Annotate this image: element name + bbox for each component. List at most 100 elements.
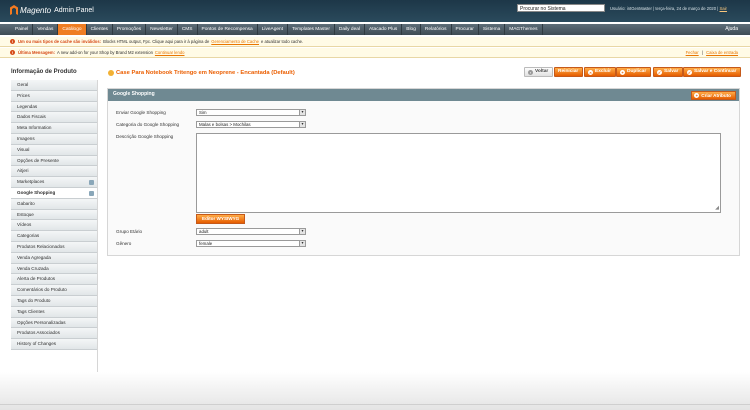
nav-item[interactable]: CMS [178, 24, 198, 35]
logo-word: Magento [20, 5, 52, 15]
help-link[interactable]: Ajuda [725, 24, 738, 35]
descricao-textarea[interactable]: ◢ [196, 133, 721, 213]
sidebar-tab[interactable]: Visual [11, 144, 97, 156]
sidebar-tab[interactable]: Gabarito [11, 198, 97, 210]
nav-item[interactable]: Relatórios [421, 24, 452, 35]
sidebar-tab[interactable]: Tags do Produto [11, 295, 97, 307]
save-continue-icon: ✓ [687, 69, 692, 75]
sidebar-tab[interactable]: Comentários do Produto [11, 285, 97, 296]
reset-button[interactable]: Reiniciar [554, 67, 584, 77]
nav-item[interactable]: MAGThemes [505, 24, 543, 35]
global-search-input[interactable]: Procurar no Sistema [517, 4, 605, 12]
sidebar-tab[interactable]: Venda Agregada [11, 252, 97, 264]
categoria-label: Categoria do Google Shopping [116, 122, 180, 127]
sidebar-tab[interactable]: Produtos Associados [11, 328, 97, 340]
create-attribute-button[interactable]: + Criar Atributo [691, 90, 736, 100]
nav-item[interactable]: Vendas [33, 24, 59, 35]
latest-message-notice: ! Última Mensagem: A new add-on for your… [0, 48, 750, 58]
nav-item[interactable]: Pontos de Recompensa [198, 24, 258, 35]
add-icon: + [694, 92, 700, 98]
enviar-label: Enviar Google Shopping [116, 110, 166, 115]
tab-status-icon [89, 190, 94, 196]
sidebar-tab[interactable]: Aitjeri [11, 166, 97, 178]
descricao-label: Descrição Google Shopping [116, 134, 174, 139]
save-icon: ✓ [657, 69, 662, 75]
sidebar-tab[interactable]: Legendas [11, 101, 97, 113]
back-arrow-icon: ‹ [528, 69, 533, 75]
sidebar-tab[interactable]: Tags Clientes [11, 306, 97, 318]
fieldset-header: Google Shopping + Criar Atributo [108, 89, 739, 101]
sidebar-tab[interactable]: Categorias [11, 231, 97, 242]
tab-status-icon [89, 180, 94, 186]
product-tabs: Geral Prices Legendas Dados Fiscais Meta Inf… [11, 80, 97, 350]
sidebar-title: Informação de Produto [11, 69, 77, 75]
sidebar-tab[interactable]: Alerta de Produtos [11, 274, 97, 286]
save-continue-button[interactable]: ✓ Salvar e Continuar [683, 67, 742, 77]
sidebar-tab[interactable]: Google Shopping [11, 187, 97, 199]
genero-label: Gênero [116, 241, 132, 246]
sidebar-tab[interactable]: Venda Cruzada [11, 263, 97, 275]
delete-icon: × [588, 69, 593, 75]
sidebar-divider [97, 80, 98, 372]
nav-item[interactable]: Painel [11, 24, 34, 35]
nav-item[interactable]: Catálogo [58, 24, 87, 35]
sidebar-tab[interactable]: Prices [11, 90, 97, 102]
cache-notice: ! Um ou mais tipos de cache são inválido… [0, 37, 750, 47]
nav-item[interactable]: Blog [402, 24, 421, 35]
sidebar-tab[interactable]: History of Changes [11, 339, 97, 350]
genero-select[interactable]: female ▾ [196, 240, 306, 247]
nav-item[interactable]: Newsletter [146, 24, 178, 35]
sidebar-tab[interactable]: Marketplaces [11, 177, 97, 188]
resize-handle-icon[interactable]: ◢ [715, 206, 719, 211]
nav-item[interactable]: Templates Master [288, 24, 335, 35]
sidebar-tab[interactable]: Vídeos [11, 220, 97, 232]
logo-subtitle: Admin Panel [54, 6, 94, 14]
continue-reading-link[interactable]: Continuar lendo [155, 50, 185, 55]
magento-logo-icon [10, 5, 18, 15]
grupo-etario-select[interactable]: adult ▾ [196, 228, 306, 235]
product-icon [108, 70, 114, 76]
nav-item[interactable]: Atacado Plus [365, 24, 403, 35]
user-info: Usuário: intGenMaster | terça-feira, 24 … [610, 6, 727, 11]
alert-icon: ! [10, 39, 15, 44]
save-button[interactable]: ✓ Salvar [653, 67, 684, 77]
nav-item[interactable]: Daily deal [335, 24, 365, 35]
nav-item[interactable]: Promoções [113, 24, 147, 35]
chevron-down-icon: ▾ [299, 229, 305, 234]
current-date: | terça-feira, 24 de março de 2020 | [651, 6, 720, 11]
logout-link[interactable]: Sair [720, 6, 727, 11]
categoria-select[interactable]: Malas e bolsas > Mochilas ▾ [196, 121, 306, 128]
sidebar-tab[interactable]: Meta Information [11, 123, 97, 134]
alert-icon: ! [10, 50, 15, 55]
nav-item[interactable]: LiveAgent [258, 24, 289, 35]
notice-actions: Fechar | Caixa de entrada [685, 50, 738, 55]
logo[interactable]: Magento Admin Panel [10, 5, 94, 15]
sidebar-tab[interactable]: Produtos Relacionados [11, 241, 97, 253]
sidebar-tab[interactable]: Estoque [11, 209, 97, 221]
close-notice-link[interactable]: Fechar [686, 50, 699, 55]
user-name: intGenMaster [626, 6, 652, 11]
fieldset-title: Google Shopping [113, 91, 155, 97]
admin-header: Magento Admin Panel Procurar no Sistema … [0, 0, 750, 22]
page-title: Case Para Notebook Tritengo em Neoprene … [116, 70, 295, 76]
inbox-link[interactable]: Caixa de entrada [706, 50, 738, 55]
chevron-down-icon: ▾ [299, 110, 305, 115]
main-nav: Painel Vendas Catálogo Clientes Promoções New… [0, 24, 750, 35]
nav-item[interactable]: Procurar [452, 24, 479, 35]
duplicate-icon: + [620, 69, 625, 75]
nav-item[interactable]: Clientes [87, 24, 113, 35]
nav-item[interactable]: Sistema [479, 24, 506, 35]
grupo-etario-label: Grupo Etário [116, 229, 143, 234]
cache-management-link[interactable]: Gerenciamento de Cache [211, 39, 259, 44]
wysiwyg-editor-button[interactable]: Editor WYSIWYG [196, 214, 246, 224]
sidebar-tab[interactable]: Dados Fiscais [11, 112, 97, 124]
sidebar-tab[interactable]: Opções Personalizadas [11, 317, 97, 329]
sidebar-tab[interactable]: Geral [11, 80, 97, 91]
enviar-select[interactable]: Sim ▾ [196, 109, 306, 116]
sidebar-tab[interactable]: Opções de Presente [11, 155, 97, 167]
back-button[interactable]: ‹ Voltar [524, 67, 554, 77]
duplicate-button[interactable]: + Duplicar [616, 67, 652, 77]
delete-button[interactable]: × Excluir [584, 67, 616, 77]
sidebar-tab[interactable]: Imagens [11, 133, 97, 145]
chevron-down-icon: ▾ [299, 241, 305, 246]
